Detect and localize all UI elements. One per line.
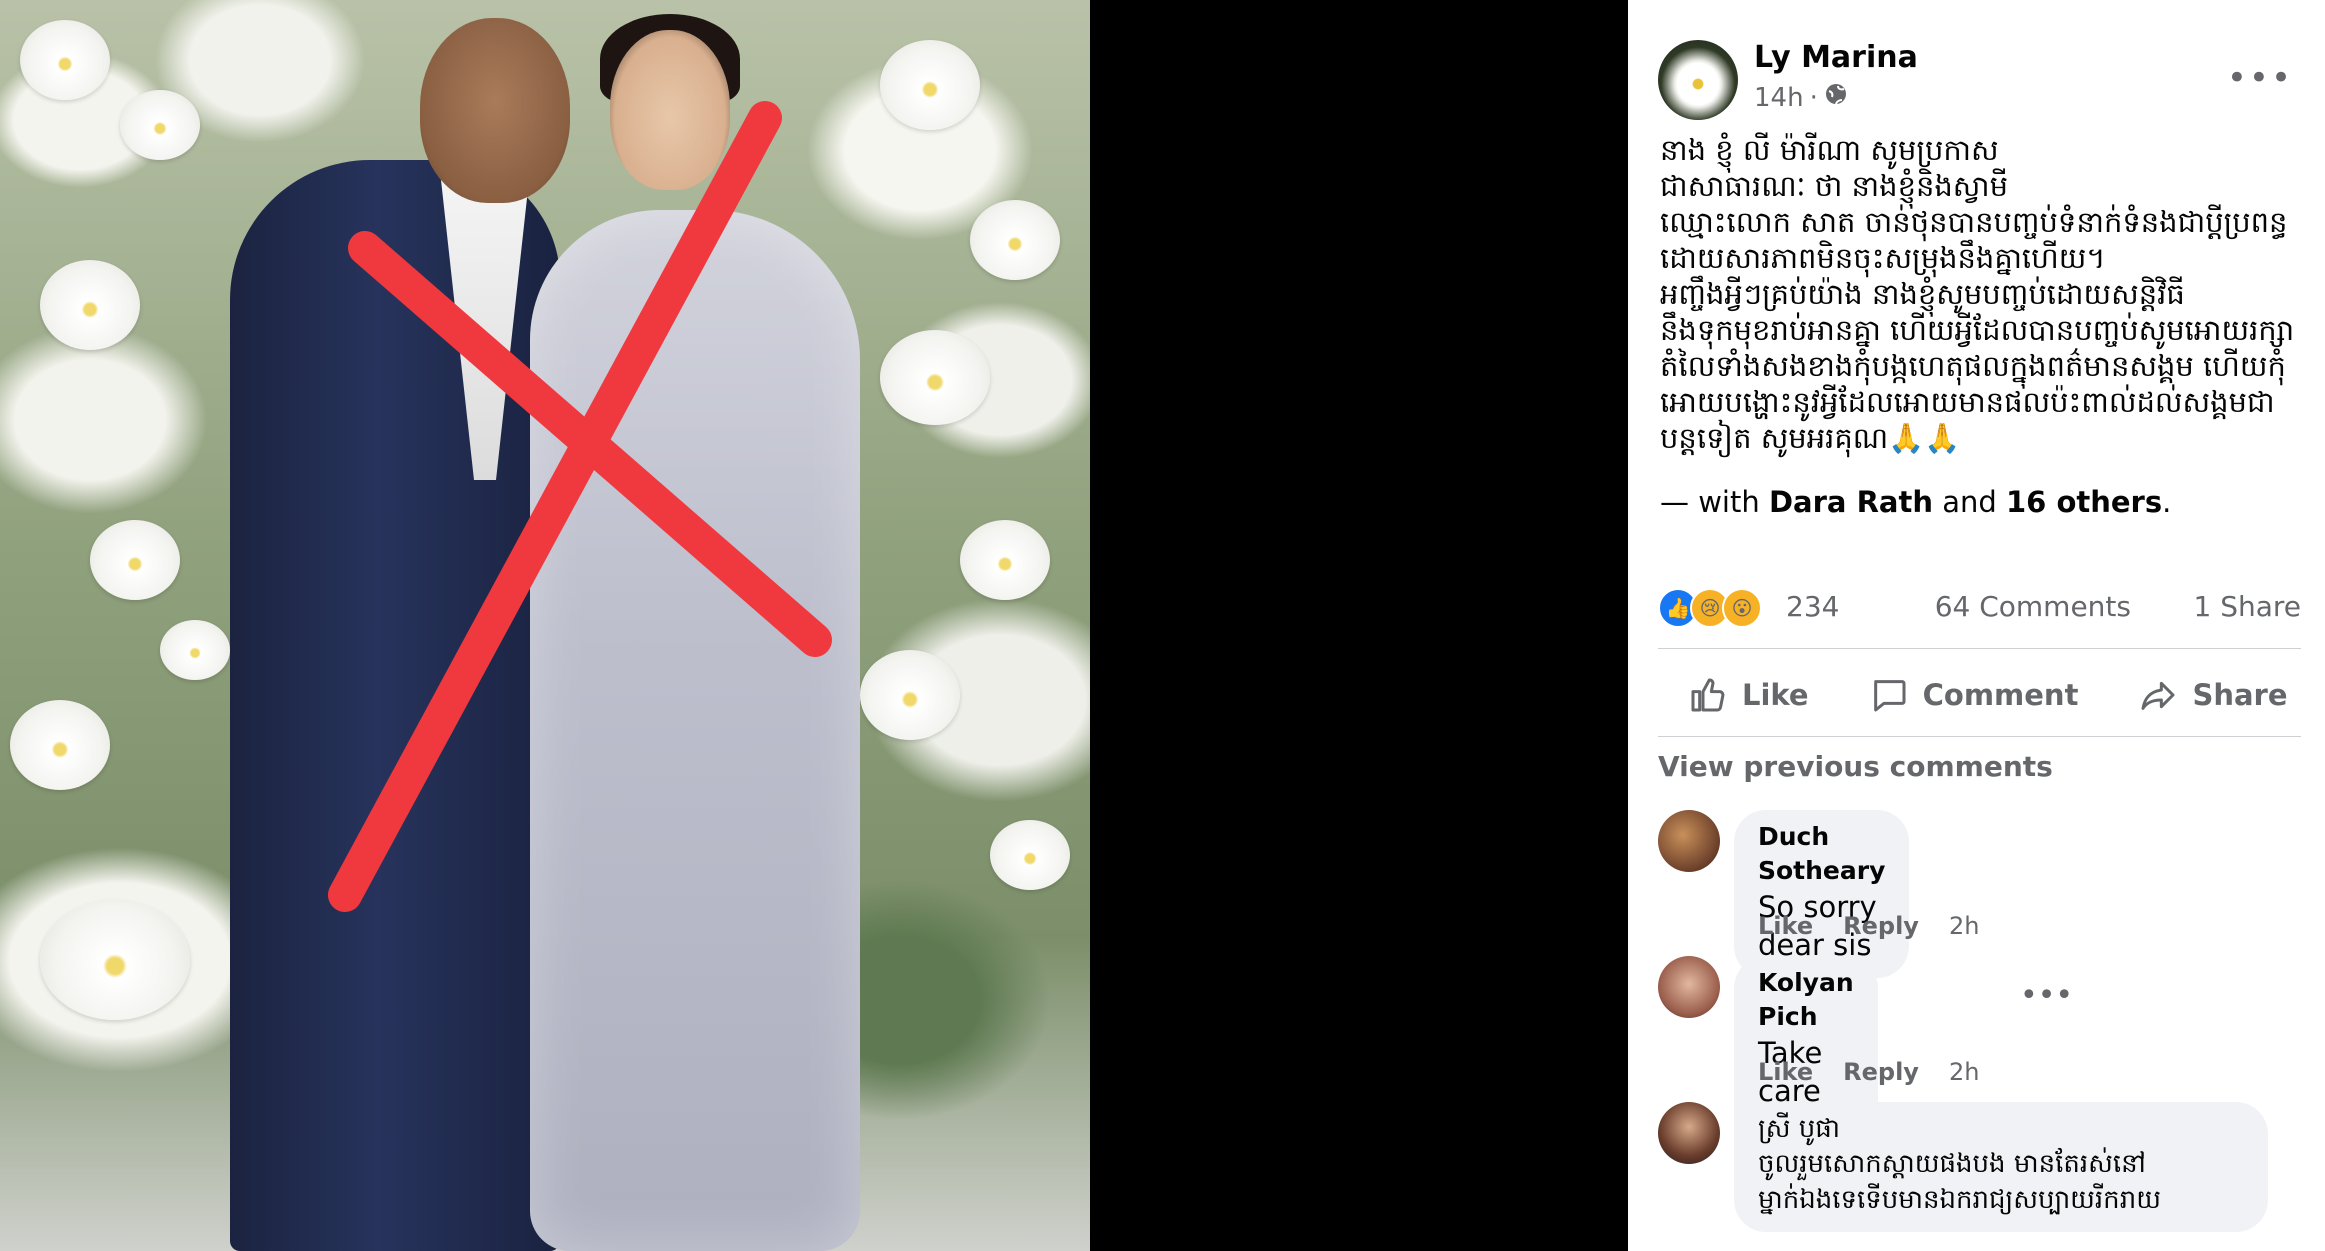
post-actions: Like Comment Share: [1658, 660, 2301, 730]
author-name[interactable]: Ly Marina: [1754, 40, 1918, 75]
post-photo[interactable]: [0, 0, 1090, 1251]
cross-stroke-2: [328, 101, 782, 912]
commenter-name[interactable]: Duch Sotheary: [1758, 820, 1885, 888]
post-panel: Ly Marina 14h · ••• នាង ខ្ញុំ លី ម៉ារីណា…: [1628, 0, 2325, 1251]
divider: [1658, 736, 2301, 737]
shares-count[interactable]: 1 Share: [2193, 590, 2301, 623]
reaction-icons[interactable]: 👍 😢 😮: [1658, 588, 1762, 628]
like-button[interactable]: Like: [1658, 675, 1839, 715]
author-avatar[interactable]: [1658, 40, 1738, 120]
post-tagline: — with Dara Rath and 16 others.: [1660, 485, 2171, 519]
wow-reaction-icon: 😮: [1722, 588, 1762, 628]
tag-and: and: [1942, 485, 1997, 519]
comment-button[interactable]: Comment: [1839, 675, 2109, 715]
tag-suffix: .: [2162, 485, 2172, 519]
tagged-others-link[interactable]: 16 others: [2006, 485, 2162, 519]
more-options-icon[interactable]: •••: [2227, 58, 2293, 98]
commenter-avatar[interactable]: [1658, 1102, 1720, 1164]
like-label: Like: [1742, 678, 1809, 712]
comment-time[interactable]: 2h: [1949, 1058, 1979, 1086]
post-time[interactable]: 14h: [1754, 83, 1804, 113]
comment-actions: Like Reply 2h: [1758, 912, 1979, 940]
comment-reply-button[interactable]: Reply: [1843, 1058, 1919, 1086]
view-previous-comments-link[interactable]: View previous comments: [1658, 750, 2053, 783]
comment-like-button[interactable]: Like: [1758, 912, 1813, 940]
share-button[interactable]: Share: [2108, 675, 2317, 715]
commenter-avatar[interactable]: [1658, 810, 1720, 872]
comment-time[interactable]: 2h: [1949, 912, 1979, 940]
separator-dot: ·: [1809, 82, 1818, 113]
commenter-name[interactable]: Kolyan Pich: [1758, 966, 1854, 1034]
commenter-avatar[interactable]: [1658, 956, 1720, 1018]
comment-bubble: ស្រី បូផា ចូលរួមសោកស្តាយផងបង មានតែរស់នៅ …: [1734, 1102, 2268, 1232]
tagged-person-link[interactable]: Dara Rath: [1769, 485, 1933, 519]
red-cross-mark: [328, 101, 832, 912]
comment-icon: [1873, 680, 1906, 712]
globe-icon[interactable]: [1824, 82, 1848, 113]
share-icon: [2141, 681, 2175, 710]
post-text: នាង ខ្ញុំ លី ម៉ារីណា សូមប្រកាស ជាសាធារណៈ…: [1660, 133, 2295, 455]
tag-prefix: — with: [1660, 485, 1760, 519]
comment-reply-button[interactable]: Reply: [1843, 912, 1919, 940]
comment-text: ចូលរួមសោកស្តាយផងបង មានតែរស់នៅ ម្នាក់ឯងទេ…: [1758, 1149, 2161, 1215]
thumbs-up-icon: [1691, 678, 1725, 712]
share-label: Share: [2192, 678, 2288, 712]
comments-count[interactable]: 64 Comments: [1935, 590, 2131, 623]
post-meta: 14h ·: [1754, 82, 1848, 113]
comment-more-icon[interactable]: •••: [2020, 978, 2073, 1013]
commenter-name[interactable]: ស្រី បូផា: [1758, 1112, 2244, 1146]
comment-bubble: Duch Sotheary So sorry dear sis: [1734, 810, 1910, 978]
reaction-summary: 👍 😢 😮 234 64 Comments 1 Share: [1658, 588, 2301, 628]
divider: [1658, 648, 2301, 649]
post-header: Ly Marina 14h · •••: [1658, 40, 2301, 120]
comment-label: Comment: [1922, 678, 2079, 712]
comment-actions: Like Reply 2h: [1758, 1058, 1979, 1086]
comment-like-button[interactable]: Like: [1758, 1058, 1813, 1086]
reaction-count[interactable]: 234: [1786, 590, 1839, 623]
